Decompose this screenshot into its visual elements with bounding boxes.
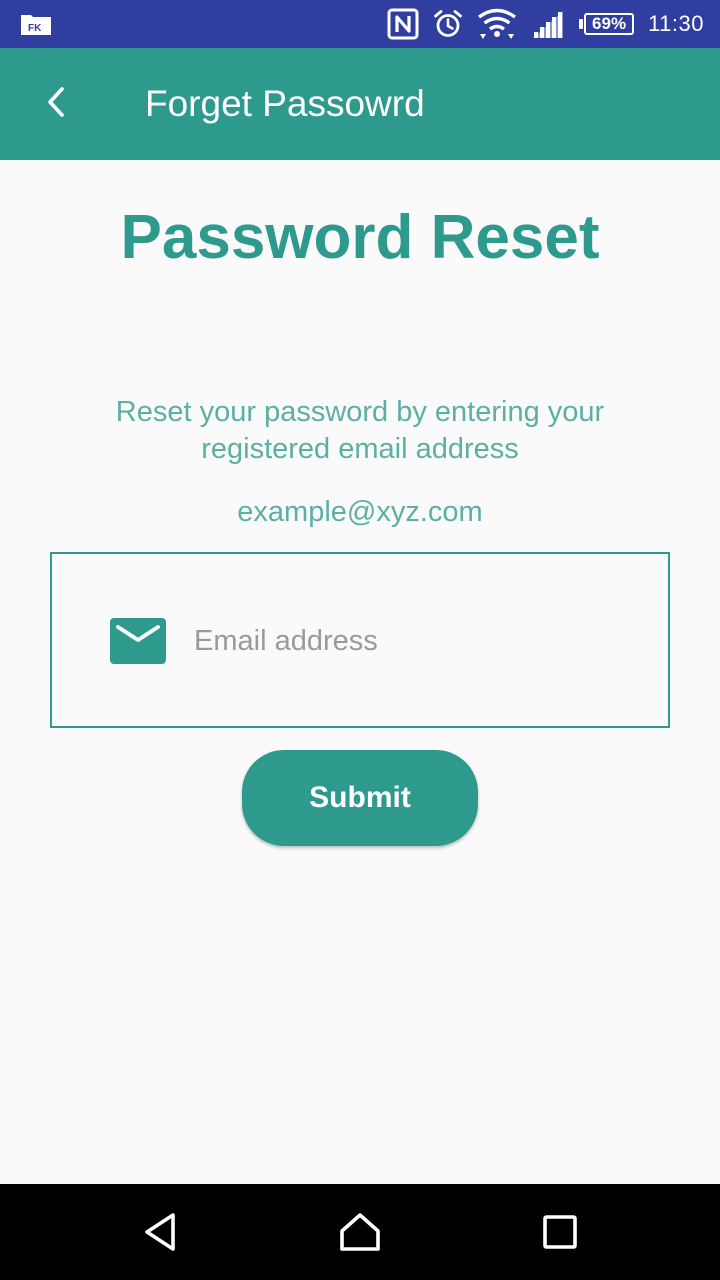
alarm-icon — [433, 9, 463, 39]
status-icons: 69% 11:30 — [387, 0, 704, 48]
battery-indicator: 69% — [579, 12, 635, 36]
example-email-hint: example@xyz.com — [237, 496, 483, 528]
back-button[interactable] — [36, 84, 76, 124]
battery-level: 69% — [584, 13, 635, 35]
instructions-text: Reset your password by entering your reg… — [115, 396, 605, 465]
app-bar: Forget Passowrd — [0, 48, 720, 160]
nfc-icon — [387, 8, 419, 40]
submit-button[interactable]: Submit — [242, 750, 478, 846]
email-input[interactable] — [194, 616, 634, 666]
signal-icon — [531, 9, 565, 39]
page-title: Password Reset — [120, 203, 600, 272]
nav-recents-button[interactable] — [538, 1212, 582, 1256]
chevron-left-icon — [44, 85, 68, 123]
status-bar: FK 69% 11:30 — [0, 0, 720, 48]
svg-text:FK: FK — [28, 23, 42, 34]
wifi-icon — [477, 8, 517, 40]
email-field-container[interactable] — [50, 552, 670, 728]
nav-home-button[interactable] — [338, 1212, 382, 1256]
back-triangle-icon — [142, 1212, 178, 1256]
recents-icon — [542, 1214, 578, 1254]
battery-cap — [579, 19, 584, 29]
mail-icon — [110, 618, 166, 664]
home-icon — [339, 1212, 381, 1256]
nav-back-button[interactable] — [138, 1212, 182, 1256]
app-bar-title: Forget Passowrd — [145, 83, 425, 124]
navigation-bar — [0, 1184, 720, 1280]
status-time: 11:30 — [648, 11, 704, 36]
app-notification-icon: FK — [20, 12, 52, 36]
